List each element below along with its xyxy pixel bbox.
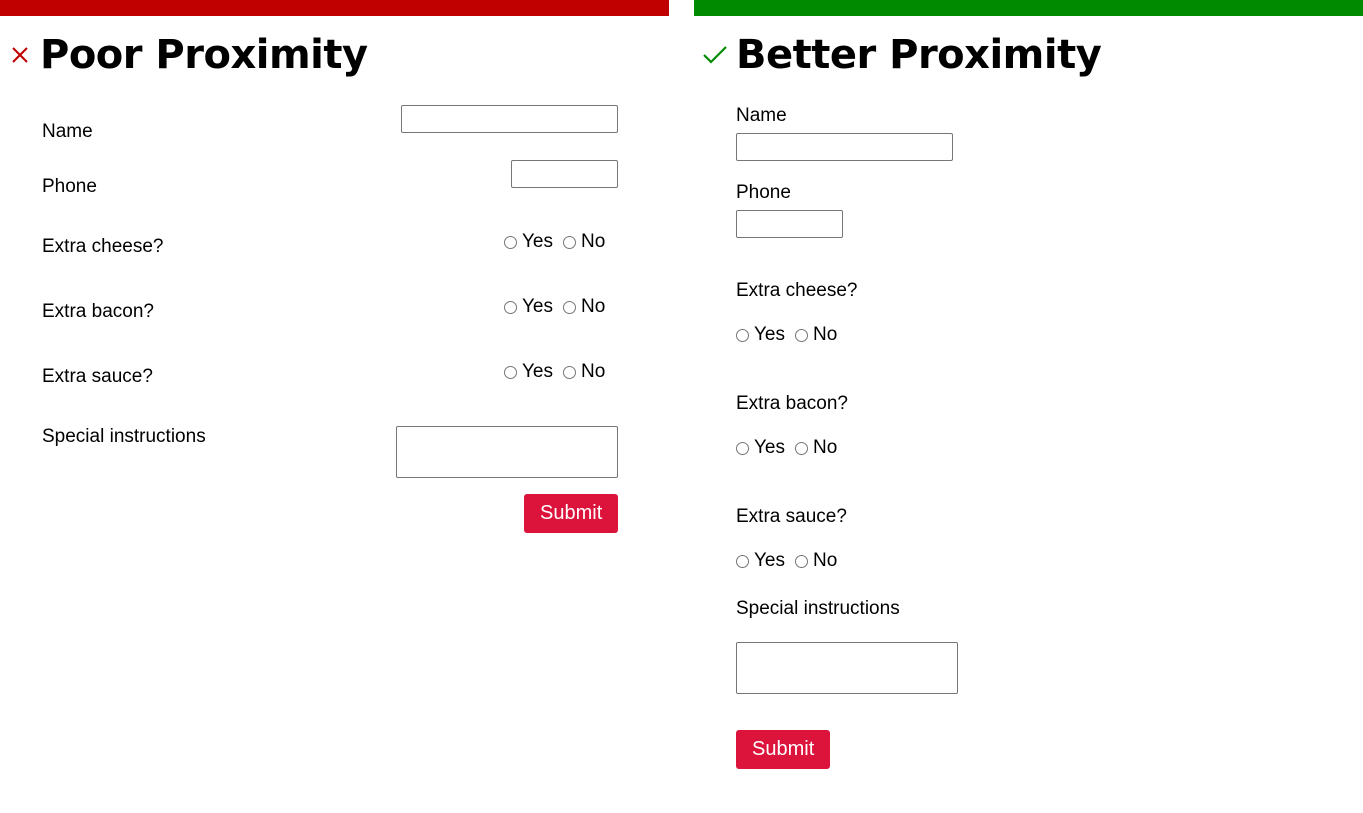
x-icon <box>0 30 40 80</box>
poor-proximity-panel: Poor Proximity Name Phone Extra cheese? … <box>0 0 669 813</box>
poor-instructions-textarea[interactable] <box>396 426 618 478</box>
poor-bacon-no-radio[interactable] <box>563 300 576 314</box>
better-cheese-radio-group: Yes No <box>736 324 837 346</box>
poor-bacon-yes-label: Yes <box>522 296 553 317</box>
poor-title: Poor Proximity <box>40 32 368 78</box>
poor-cheese-radio-group: Yes No <box>504 231 605 253</box>
better-name-input[interactable] <box>736 133 953 161</box>
better-instructions-label: Special instructions <box>736 598 900 619</box>
poor-sauce-yes-radio[interactable] <box>504 365 517 379</box>
better-top-bar <box>694 0 1363 16</box>
better-sauce-yes-radio[interactable] <box>736 554 749 568</box>
poor-bacon-yes-radio[interactable] <box>504 300 517 314</box>
better-heading: Better Proximity <box>694 30 1102 80</box>
better-instructions-textarea[interactable] <box>736 642 958 694</box>
better-phone-label: Phone <box>736 182 791 203</box>
better-title: Better Proximity <box>736 32 1102 78</box>
better-sauce-no-radio[interactable] <box>795 554 808 568</box>
better-sauce-yes-label: Yes <box>754 550 785 571</box>
poor-heading: Poor Proximity <box>0 30 368 80</box>
better-sauce-label: Extra sauce? <box>736 506 847 527</box>
better-bacon-label: Extra bacon? <box>736 393 848 414</box>
check-icon <box>694 30 736 80</box>
better-sauce-no-label: No <box>813 550 838 571</box>
better-bacon-no-label: No <box>813 437 838 458</box>
poor-bacon-radio-group: Yes No <box>504 296 605 318</box>
poor-cheese-yes-radio[interactable] <box>504 235 517 249</box>
poor-instructions-label: Special instructions <box>42 426 206 447</box>
poor-submit-button[interactable]: Submit <box>524 494 619 533</box>
better-bacon-no-radio[interactable] <box>795 441 808 455</box>
better-bacon-yes-label: Yes <box>754 437 785 458</box>
better-phone-input[interactable] <box>736 210 843 238</box>
poor-sauce-radio-group: Yes No <box>504 361 605 383</box>
poor-top-bar <box>0 0 669 16</box>
better-cheese-no-radio[interactable] <box>795 328 808 342</box>
better-bacon-yes-radio[interactable] <box>736 441 749 455</box>
poor-phone-label: Phone <box>42 176 97 197</box>
poor-sauce-yes-label: Yes <box>522 361 553 382</box>
poor-cheese-yes-label: Yes <box>522 231 553 252</box>
poor-cheese-no-radio[interactable] <box>563 235 576 249</box>
poor-name-label: Name <box>42 121 93 142</box>
better-cheese-label: Extra cheese? <box>736 280 858 301</box>
poor-cheese-no-label: No <box>581 231 606 252</box>
better-cheese-yes-radio[interactable] <box>736 328 749 342</box>
better-submit-button[interactable]: Submit <box>736 730 831 769</box>
better-cheese-yes-label: Yes <box>754 324 785 345</box>
better-sauce-radio-group: Yes No <box>736 550 837 572</box>
poor-bacon-no-label: No <box>581 296 606 317</box>
poor-sauce-label: Extra sauce? <box>42 366 153 387</box>
better-bacon-radio-group: Yes No <box>736 437 837 459</box>
poor-name-input[interactable] <box>401 105 618 133</box>
better-cheese-no-label: No <box>813 324 838 345</box>
better-name-label: Name <box>736 105 787 126</box>
poor-sauce-no-radio[interactable] <box>563 365 576 379</box>
poor-sauce-no-label: No <box>581 361 606 382</box>
poor-bacon-label: Extra bacon? <box>42 301 154 322</box>
better-proximity-panel: Better Proximity Name Phone Extra cheese… <box>694 0 1363 813</box>
poor-phone-input[interactable] <box>511 160 618 188</box>
poor-cheese-label: Extra cheese? <box>42 236 164 257</box>
